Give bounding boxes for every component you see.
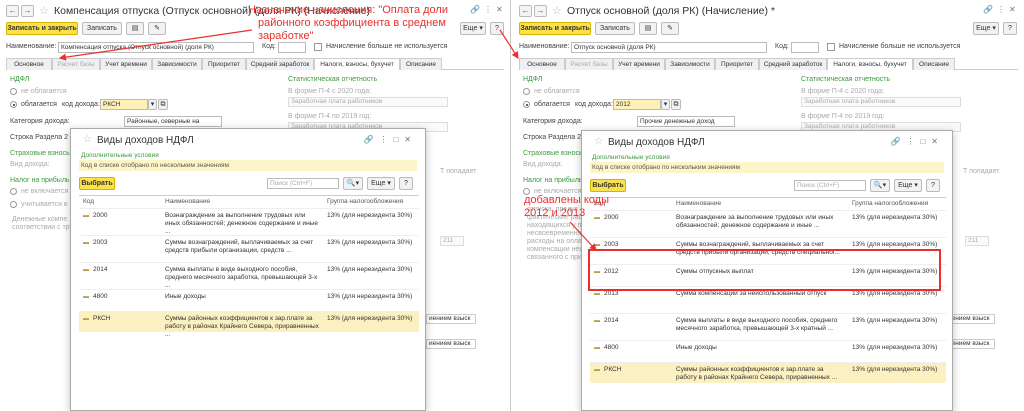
- annotation-arrows: [58, 29, 597, 251]
- arrow-to-right-tab: [499, 29, 519, 60]
- arrow-to-codes: [569, 221, 597, 251]
- arrow-to-left-tab: [58, 29, 253, 61]
